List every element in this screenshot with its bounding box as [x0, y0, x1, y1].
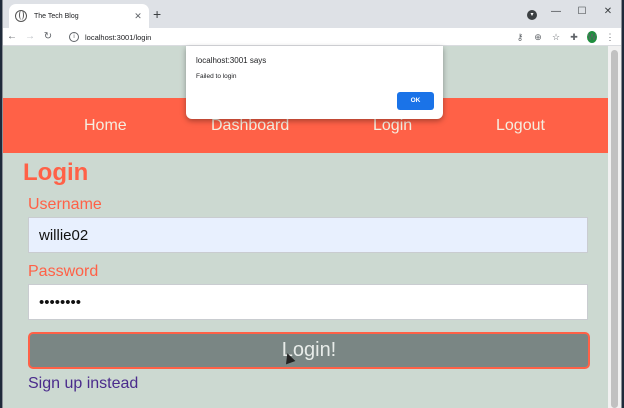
browser-window: The Tech Blog ✕ + ▾ — ☐ ✕ ← → ↻ i localh…: [2, 0, 622, 408]
tab-title: The Tech Blog: [34, 12, 79, 20]
browser-toolbar: ← → ↻ i localhost:3001/login ⚷ ⊕ ☆ ✚ W ⋮: [3, 28, 621, 46]
plus-icon[interactable]: +: [153, 6, 161, 22]
zoom-icon[interactable]: ⊕: [533, 32, 543, 43]
url-text[interactable]: localhost:3001/login: [85, 33, 151, 42]
minimize-button[interactable]: —: [543, 6, 569, 17]
reload-icon[interactable]: ↻: [39, 31, 57, 42]
tab-strip: The Tech Blog ✕ + ▾ — ☐ ✕: [3, 0, 621, 28]
globe-icon: [15, 10, 27, 22]
star-icon[interactable]: ☆: [551, 32, 561, 43]
nav-link-dashboard[interactable]: Dashboard: [211, 117, 289, 135]
dialog-message: Failed to login: [196, 73, 237, 80]
password-field[interactable]: ••••••••: [28, 284, 588, 320]
toolbar-actions: ⚷ ⊕ ☆ ✚ W ⋮: [515, 28, 615, 46]
scrollbar-thumb[interactable]: [611, 50, 618, 408]
desktop-background: The Tech Blog ✕ + ▾ — ☐ ✕ ← → ↻ i localh…: [0, 0, 624, 408]
profile-indicator-icon[interactable]: ▾: [527, 10, 537, 20]
maximize-button[interactable]: ☐: [569, 6, 595, 17]
signup-link[interactable]: Sign up instead: [28, 375, 138, 393]
page-scrollbar[interactable]: [608, 46, 621, 408]
username-field[interactable]: willie02: [28, 217, 588, 253]
close-window-button[interactable]: ✕: [595, 6, 621, 17]
nav-link-logout[interactable]: Logout: [496, 117, 545, 135]
forward-icon[interactable]: →: [21, 31, 39, 42]
window-controls: — ☐ ✕: [543, 0, 621, 22]
nav-link-home[interactable]: Home: [84, 117, 127, 135]
username-label: Username: [28, 196, 102, 213]
password-label: Password: [28, 263, 99, 280]
menu-icon[interactable]: ⋮: [605, 32, 615, 43]
browser-tab[interactable]: The Tech Blog ✕: [9, 4, 149, 28]
extensions-icon[interactable]: ✚: [569, 32, 579, 43]
profile-avatar[interactable]: W: [587, 31, 597, 43]
nav-link-login[interactable]: Login: [373, 117, 412, 135]
address-bar[interactable]: i localhost:3001/login: [69, 28, 151, 46]
close-icon[interactable]: ✕: [133, 11, 143, 22]
dialog-ok-button[interactable]: OK: [397, 92, 434, 110]
page-title: Login: [23, 159, 89, 186]
key-icon[interactable]: ⚷: [515, 32, 525, 43]
login-button[interactable]: Login!: [28, 332, 590, 369]
dialog-origin: localhost:3001 says: [196, 56, 267, 65]
alert-dialog: localhost:3001 says Failed to login OK: [186, 46, 443, 119]
info-icon[interactable]: i: [69, 32, 79, 42]
back-icon[interactable]: ←: [3, 31, 21, 42]
